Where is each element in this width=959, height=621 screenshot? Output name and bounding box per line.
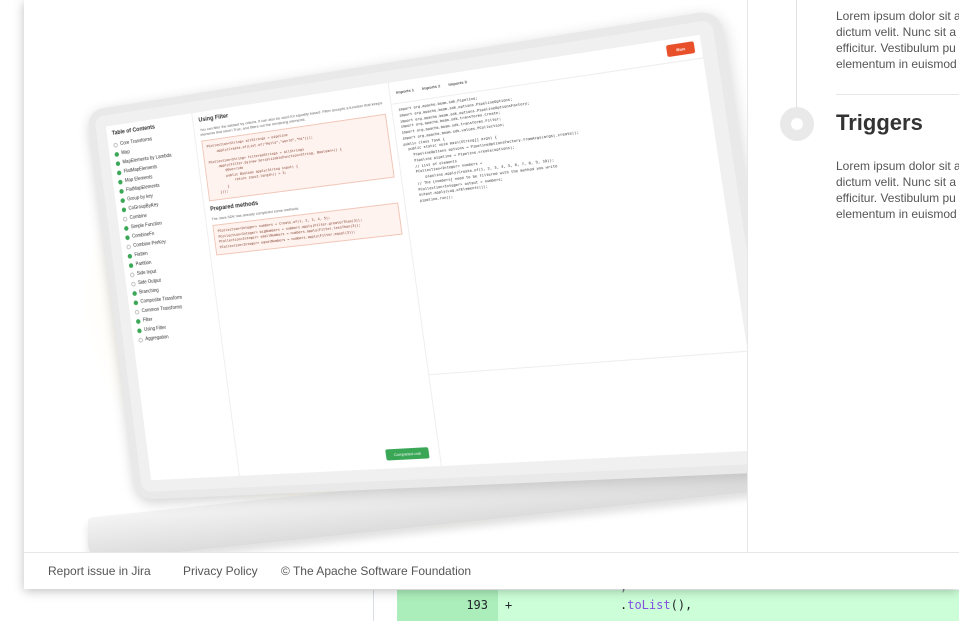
circle-icon xyxy=(134,309,140,315)
timeline-text-line: elementum in euismod xyxy=(836,207,957,221)
screen-toc-item-label: Partition xyxy=(135,260,152,268)
screen-frame: Table of Contents Core Transforms Map MapE… xyxy=(86,9,748,500)
check-circle-icon xyxy=(136,327,142,333)
check-circle-icon xyxy=(123,225,129,231)
copyright-text: © The Apache Software Foundation xyxy=(281,564,472,578)
screen-toc-item-label: Aggregation xyxy=(144,334,170,343)
screen-editor: Imports 1 Imports 2 Imports 3 Run import… xyxy=(388,34,748,466)
timeline-text-line: efficitur. Vestibulum pu xyxy=(836,191,956,205)
diff-line-number: 193 xyxy=(466,598,488,612)
screen-toc-item-label: Branching xyxy=(138,287,160,296)
timeline-item-text: Lorem ipsum dolor sit a dictum velit. Nu… xyxy=(836,158,959,222)
check-circle-icon xyxy=(133,299,139,305)
screen-editor-tab: Imports 3 xyxy=(448,79,468,87)
timeline-text-line: elementum in euismod xyxy=(836,57,957,71)
screen-editor-code: import org.apache.beam.sdk.Pipeline; impo… xyxy=(392,58,748,374)
check-circle-icon xyxy=(121,206,127,213)
diff-added-sign: + xyxy=(505,598,513,612)
circle-icon xyxy=(129,271,135,278)
check-circle-icon xyxy=(120,197,126,203)
timeline-text-line: efficitur. Vestibulum pu xyxy=(836,41,956,55)
screen-toc-item-label: Combine PerKey xyxy=(132,239,167,249)
screen-editor-tab: Imports 2 xyxy=(421,83,441,91)
check-circle-icon xyxy=(117,179,123,185)
circle-icon xyxy=(113,142,118,148)
timeline-marker-icon xyxy=(780,107,814,141)
screen-editor-tab: Imports 1 xyxy=(395,87,415,95)
timeline-text-line: Lorem ipsum dolor sit a xyxy=(836,159,959,173)
check-circle-icon xyxy=(114,151,120,157)
timeline-text-line: dictum velit. Nunc sit a xyxy=(836,25,957,39)
screen-toc-item-label: Flatten xyxy=(134,250,149,259)
screen-completed-button: Completed unit xyxy=(385,447,430,461)
screen-toc-item-label: Common Transforms xyxy=(141,304,183,315)
timeline-text-line: dictum velit. Nunc sit a xyxy=(836,175,957,189)
screen-toc-item-label: FlatMapElements xyxy=(123,164,158,175)
screen-toc-item-label: Side Input xyxy=(136,268,157,277)
check-circle-icon xyxy=(132,290,138,296)
check-circle-icon xyxy=(135,318,141,324)
screen-toc-item-label: Core Transforms xyxy=(119,136,153,147)
check-circle-icon xyxy=(116,169,122,176)
check-circle-icon xyxy=(127,253,133,259)
laptop-screen: Table of Contents Core Transforms Map MapE… xyxy=(86,9,748,500)
check-circle-icon xyxy=(119,188,124,194)
timeline-line xyxy=(796,0,797,110)
diff-code-suffix: (), xyxy=(670,598,693,612)
screen-toc-item-label: CoGroupByKey xyxy=(128,202,159,212)
check-circle-icon xyxy=(115,160,121,166)
circle-icon xyxy=(122,216,128,222)
screen-toc-item-label: Map Elements xyxy=(124,174,153,184)
timeline-item-text: Lorem ipsum dolor sit a dictum velit. Nu… xyxy=(836,8,959,72)
screen-doc-code2: PCollection<Integer> numbers = Create.of… xyxy=(212,202,403,256)
screen-toc-item-label: FlatMapElements xyxy=(125,182,160,194)
screen-run-button: Run xyxy=(666,41,696,58)
diff-code-method: toList xyxy=(627,598,671,612)
screen-toc-item-label: Using Filter xyxy=(143,325,167,333)
screen-toc-item-label: Side Output xyxy=(137,277,162,287)
screen-toc-item-label: Map xyxy=(121,149,131,157)
report-issue-link[interactable]: Report issue in Jira xyxy=(48,564,151,578)
check-circle-icon xyxy=(128,262,134,268)
timeline-text-line: Lorem ipsum dolor sit a xyxy=(836,9,959,23)
circle-icon xyxy=(130,281,136,287)
check-circle-icon xyxy=(125,234,130,240)
hero-image: Table of Contents Core Transforms Map MapE… xyxy=(24,0,748,552)
timeline-separator xyxy=(836,94,959,95)
timeline-heading: Triggers xyxy=(836,110,923,135)
laptop-illustration: Table of Contents Core Transforms Map MapE… xyxy=(84,9,748,552)
screen-toc-item-label: Simple Function xyxy=(130,220,163,231)
timeline-panel: Lorem ipsum dolor sit a dictum velit. Nu… xyxy=(748,0,959,552)
overlay-card: Table of Contents Core Transforms Map MapE… xyxy=(24,0,959,589)
diff-code: .toList(), xyxy=(620,598,692,612)
diff-line-number-cell: 193 xyxy=(397,590,498,621)
circle-icon xyxy=(138,337,144,343)
diff-gutter-divider xyxy=(373,590,374,621)
circle-icon xyxy=(126,243,132,250)
screen-toc-item-label: Composite Transform xyxy=(140,294,183,305)
screen-app: Table of Contents Core Transforms Map MapE… xyxy=(105,34,748,481)
screen-toc-item-label: CombineFn xyxy=(131,231,155,240)
screen-toc-item-label: Filter xyxy=(142,316,153,324)
footer: Report issue in Jira Privacy Policy © Th… xyxy=(24,552,959,589)
privacy-policy-link[interactable]: Privacy Policy xyxy=(183,564,258,578)
screen-toc-item-label: Group by key xyxy=(127,193,154,203)
screen-toc-item-label: Combine xyxy=(129,213,148,221)
